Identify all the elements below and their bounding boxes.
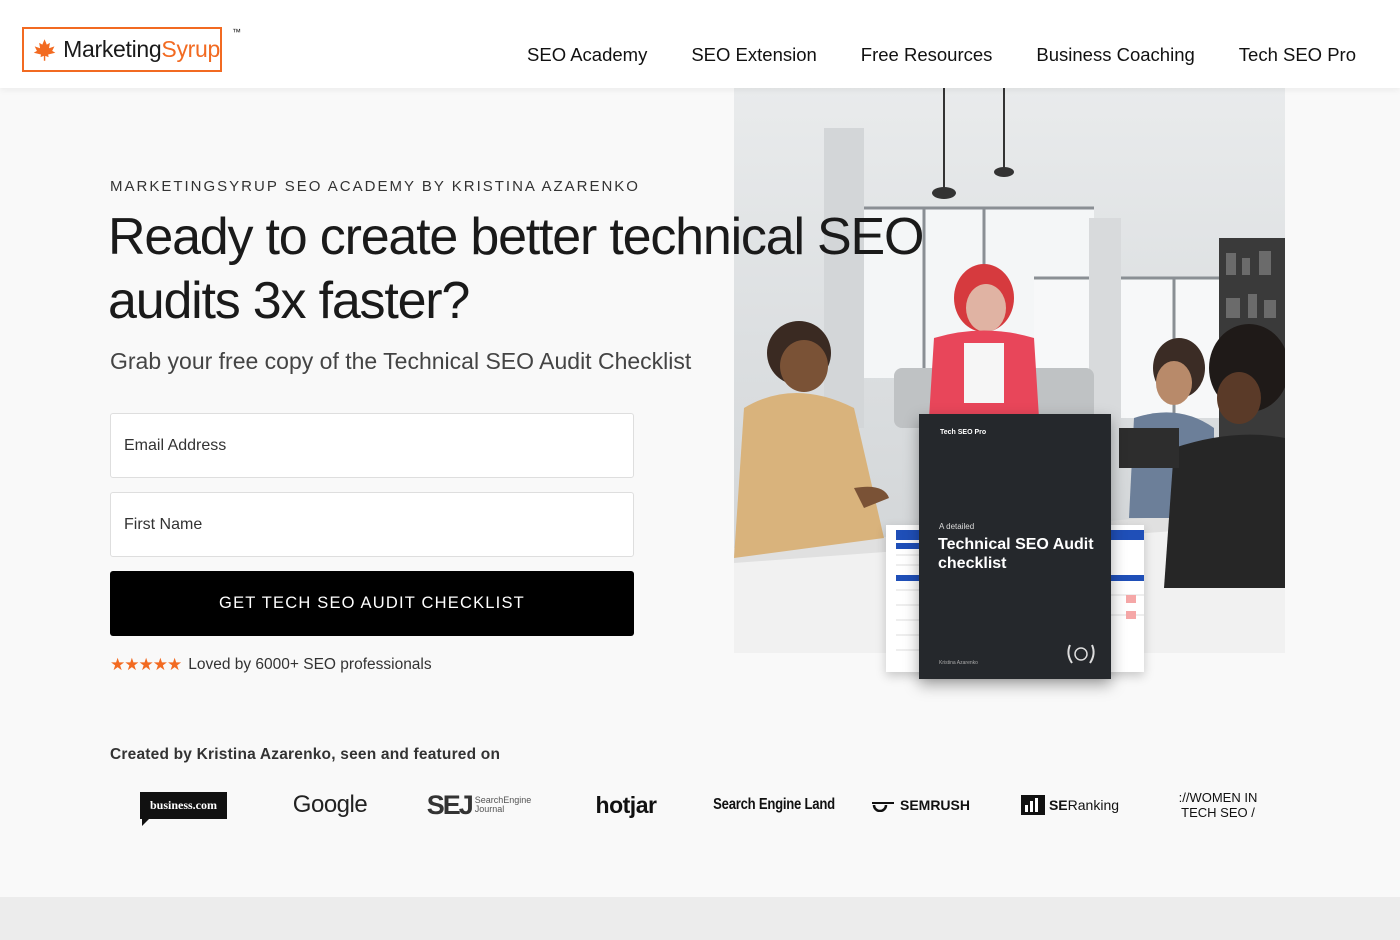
semrush-logo: SEMRUSH [865,780,977,830]
book-author: Kristina Azarenko [939,660,978,666]
sej-line2: Journal [474,804,505,814]
business-com-logo: business.com [137,780,230,830]
star-rating-icon: ★★★★★ [110,655,182,674]
bar-chart-icon [1020,795,1045,815]
nav-seo-academy[interactable]: SEO Academy [527,44,647,66]
footer-band [0,897,1400,940]
logo-trademark: ™ [232,27,241,37]
hotjar-logo: hotjar [595,791,657,818]
featured-label: Created by Kristina Azarenko, seen and f… [110,746,501,763]
email-input[interactable] [110,413,634,478]
search-engine-land-logo: Search Engine Land [713,796,835,813]
sej-logo: SEJ SearchEngine Journal [423,780,535,830]
laurel-badge-icon [1067,644,1095,664]
first-name-input[interactable] [110,492,634,557]
hero-subhead: Grab your free copy of the Technical SEO… [110,348,692,374]
se-ranking-rest: Ranking [1067,797,1120,813]
business-com-text: business.com [139,791,227,826]
logo[interactable]: MarketingSyrup ™ [22,27,241,72]
maple-leaf-icon [33,38,56,61]
rating-text: Loved by 6000+ SEO professionals [188,656,432,673]
site-header: MarketingSyrup ™ SEO Academy SEO Extensi… [0,0,1400,88]
se-ranking-bold: SE [1048,797,1068,813]
nav-business-coaching[interactable]: Business Coaching [1036,44,1194,66]
google-logo: Google [292,791,368,818]
book-title: Technical SEO Audit checklist [938,536,1094,572]
hero-headline: Ready to create better technical SEO aud… [108,208,924,330]
women-in-tech-seo-logo: ://WOMEN IN TECH SEO / [1170,780,1266,830]
get-checklist-button[interactable]: GET TECH SEO AUDIT CHECKLIST [110,571,634,636]
women-line1: ://WOMEN IN [1178,790,1258,805]
logo-text-dark: Marketing [63,36,162,62]
hero-eyebrow: MARKETINGSYRUP SEO ACADEMY BY KRISTINA A… [110,178,640,195]
book-subtitle: A detailed [939,522,975,531]
book-top-label: Tech SEO Pro [940,429,987,436]
nav-free-resources[interactable]: Free Resources [861,44,993,66]
sej-wordmark: SearchEngine Journal [475,796,532,814]
semrush-text: SEMRUSH [899,797,970,813]
rating: ★★★★★ Loved by 6000+ SEO professionals [110,655,432,675]
semrush-icon [871,802,894,812]
main-nav: SEO Academy SEO Extension Free Resources… [527,44,1356,66]
featured-logos: business.com Google SEJ SearchEngine Jour… [110,780,1290,830]
logo-text: MarketingSyrup [63,36,220,63]
checklist-book-cover: Tech SEO Pro A detailed Technical SEO Au… [919,414,1111,679]
sej-mark: SEJ [426,789,474,820]
logo-text-orange: Syrup [161,36,220,62]
women-line2: TECH SEO / [1181,805,1255,820]
nav-seo-extension[interactable]: SEO Extension [691,44,816,66]
nav-tech-seo-pro[interactable]: Tech SEO Pro [1239,44,1356,66]
se-ranking-logo: SE Ranking [1018,780,1122,830]
